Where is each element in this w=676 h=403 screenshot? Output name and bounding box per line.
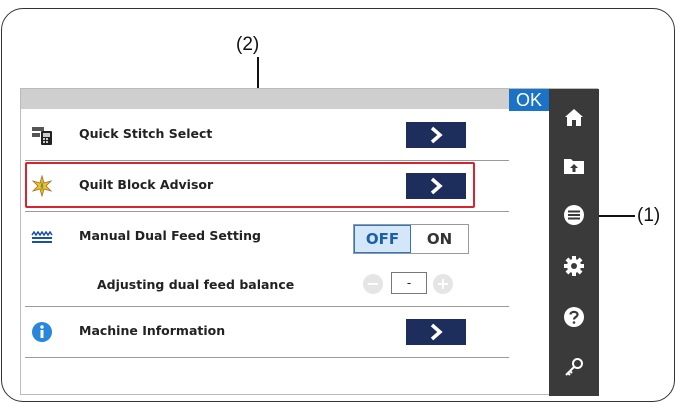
- settings-screen: OK Quick Stitch Select Quilt Block Advis…: [20, 88, 599, 396]
- callout-label-2: (2): [236, 34, 260, 55]
- menu-icon: [564, 205, 584, 225]
- chevron-right-icon: [430, 323, 443, 341]
- sidebar-folder-button[interactable]: [549, 141, 599, 191]
- sidebar-settings-button[interactable]: [549, 241, 599, 291]
- callout-label-1: (1): [637, 205, 661, 226]
- machine-information-button[interactable]: [406, 319, 466, 345]
- toggle-on-option[interactable]: ON: [411, 225, 468, 253]
- divider: [25, 357, 509, 358]
- sidebar-home-button[interactable]: [549, 92, 599, 142]
- ok-button[interactable]: OK: [509, 89, 549, 111]
- chevron-right-icon: [430, 126, 443, 144]
- key-icon: [565, 358, 583, 376]
- home-icon: [565, 109, 583, 126]
- balance-value: -: [391, 272, 427, 294]
- help-icon: [564, 307, 584, 327]
- highlight-quilt-block-advisor: [25, 162, 475, 208]
- quick-stitch-select-label: Quick Stitch Select: [79, 126, 213, 141]
- machine-panel-icon: [31, 124, 53, 146]
- menu-row-manual-dual-feed: Manual Dual Feed Setting OFF ON: [21, 212, 511, 264]
- manual-dual-feed-label: Manual Dual Feed Setting: [79, 228, 261, 243]
- balance-plus-button[interactable]: +: [433, 274, 453, 294]
- dual-feed-balance-label: Adjusting dual feed balance: [97, 277, 295, 292]
- gear-icon: [564, 256, 584, 276]
- balance-minus-button[interactable]: −: [363, 274, 383, 294]
- toggle-off-option[interactable]: OFF: [354, 225, 412, 253]
- info-icon: [31, 321, 53, 343]
- dual-feed-icon: [31, 226, 53, 248]
- sidebar-help-button[interactable]: [549, 292, 599, 342]
- quick-stitch-select-button[interactable]: [406, 122, 466, 148]
- sidebar-key-button[interactable]: [549, 342, 599, 392]
- menu-row-dual-feed-balance: Adjusting dual feed balance − - +: [21, 261, 511, 307]
- menu-row-quick-stitch-select[interactable]: Quick Stitch Select: [21, 110, 511, 160]
- folder-upload-icon: [564, 159, 584, 174]
- machine-information-label: Machine Information: [79, 323, 226, 338]
- menu-row-machine-information[interactable]: Machine Information: [21, 307, 511, 357]
- header-bar: [21, 89, 509, 109]
- dual-feed-toggle[interactable]: OFF ON: [353, 224, 469, 254]
- sidebar: [549, 89, 599, 396]
- sidebar-menu-button[interactable]: [549, 190, 599, 240]
